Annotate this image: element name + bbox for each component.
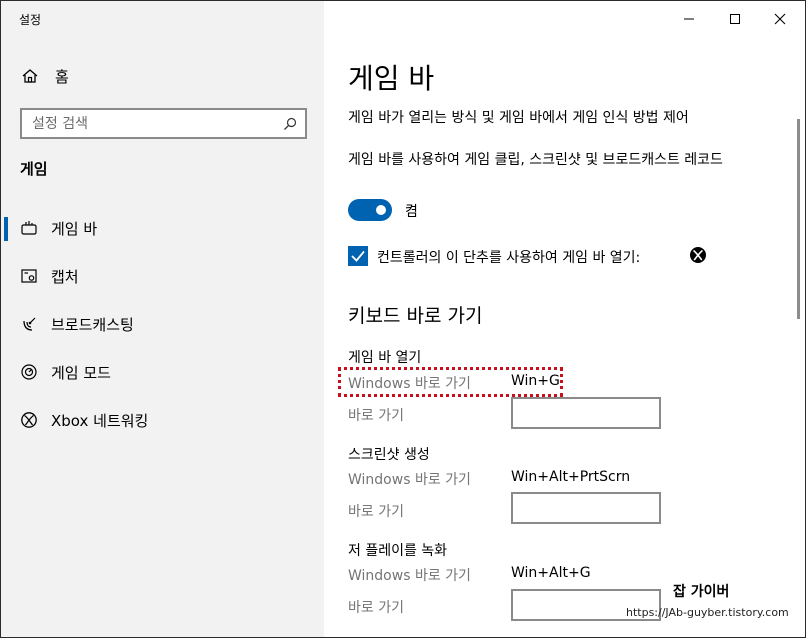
sidebar-item-label: 게임 모드 (51, 363, 111, 382)
page-title: 게임 바 (348, 62, 435, 95)
sidebar-item-broadcasting[interactable]: 브로드캐스팅 (1, 309, 324, 339)
custom-shortcut-label: 바로 가기 (348, 408, 404, 424)
search-input[interactable] (32, 115, 272, 132)
game-mode-icon (21, 364, 37, 380)
sidebar-item-label: 브로드캐스팅 (51, 315, 134, 334)
custom-shortcut-label: 바로 가기 (348, 600, 404, 616)
settings-window: 설정 홈 게임 게임 바 (0, 0, 806, 638)
custom-shortcut-input[interactable] (511, 397, 661, 429)
minimize-icon[interactable] (679, 9, 699, 29)
record-toggle[interactable] (348, 199, 392, 221)
watermark-url: https://JAb-guyber.tistory.com (626, 606, 789, 619)
sidebar-item-xbox-networking[interactable]: Xbox 네트워킹 (1, 405, 324, 435)
sidebar-item-label: 캡처 (51, 267, 79, 286)
shortcut-group-title: 스크린샷 생성 (348, 447, 430, 463)
broadcast-icon (23, 317, 36, 331)
settings-search-box[interactable] (20, 108, 307, 139)
windows-shortcut-label: Windows 바로 가기 (348, 472, 471, 488)
search-icon[interactable] (283, 117, 297, 131)
watermark-brand: 잡 가이버 (673, 584, 730, 600)
page-description: 게임 바가 열리는 방식 및 게임 바에서 게임 인식 방법 제어 (348, 110, 689, 126)
home-label: 홈 (55, 67, 69, 86)
xbox-icon (21, 412, 37, 428)
controller-checkbox-label: 컨트롤러의 이 단추를 사용하여 게임 바 열기: (377, 250, 641, 266)
capture-icon (21, 269, 37, 283)
toggle-knob (376, 205, 386, 215)
scrollbar[interactable] (797, 119, 800, 319)
close-icon[interactable] (770, 9, 790, 29)
sidebar-item-game-bar[interactable]: 게임 바 (1, 213, 324, 243)
sidebar: 설정 홈 게임 게임 바 (1, 1, 324, 637)
game-bar-icon (21, 221, 37, 235)
selected-indicator (4, 217, 8, 241)
maximize-icon[interactable] (725, 9, 745, 29)
custom-shortcut-input[interactable] (511, 492, 661, 524)
controller-checkbox[interactable] (348, 246, 368, 266)
windows-shortcut-label: Windows 바로 가기 (348, 568, 471, 584)
home-icon (22, 69, 38, 83)
windows-shortcut-value: Win+Alt+PrtScrn (511, 469, 631, 485)
keyboard-shortcuts-title: 키보드 바로 가기 (348, 305, 483, 327)
record-setting-label: 게임 바를 사용하여 게임 클립, 스크린샷 및 브로드캐스트 레코드 (348, 152, 723, 168)
highlight-box (338, 367, 563, 397)
windows-shortcut-value: Win+Alt+G (511, 565, 591, 581)
shortcut-group-title: 저 플레이를 녹화 (348, 543, 448, 559)
shortcut-group-title: 게임 바 열기 (348, 350, 422, 366)
sidebar-item-label: 게임 바 (51, 219, 98, 238)
sidebar-item-capture[interactable]: 캡처 (1, 261, 324, 291)
home-nav[interactable]: 홈 (21, 65, 69, 87)
sidebar-item-label: Xbox 네트워킹 (51, 411, 149, 430)
app-title: 설정 (19, 13, 42, 27)
sidebar-item-game-mode[interactable]: 게임 모드 (1, 357, 324, 387)
custom-shortcut-label: 바로 가기 (348, 504, 404, 520)
xbox-button-icon (690, 247, 706, 263)
toggle-state-label: 켬 (405, 204, 418, 220)
section-title: 게임 (20, 160, 48, 178)
